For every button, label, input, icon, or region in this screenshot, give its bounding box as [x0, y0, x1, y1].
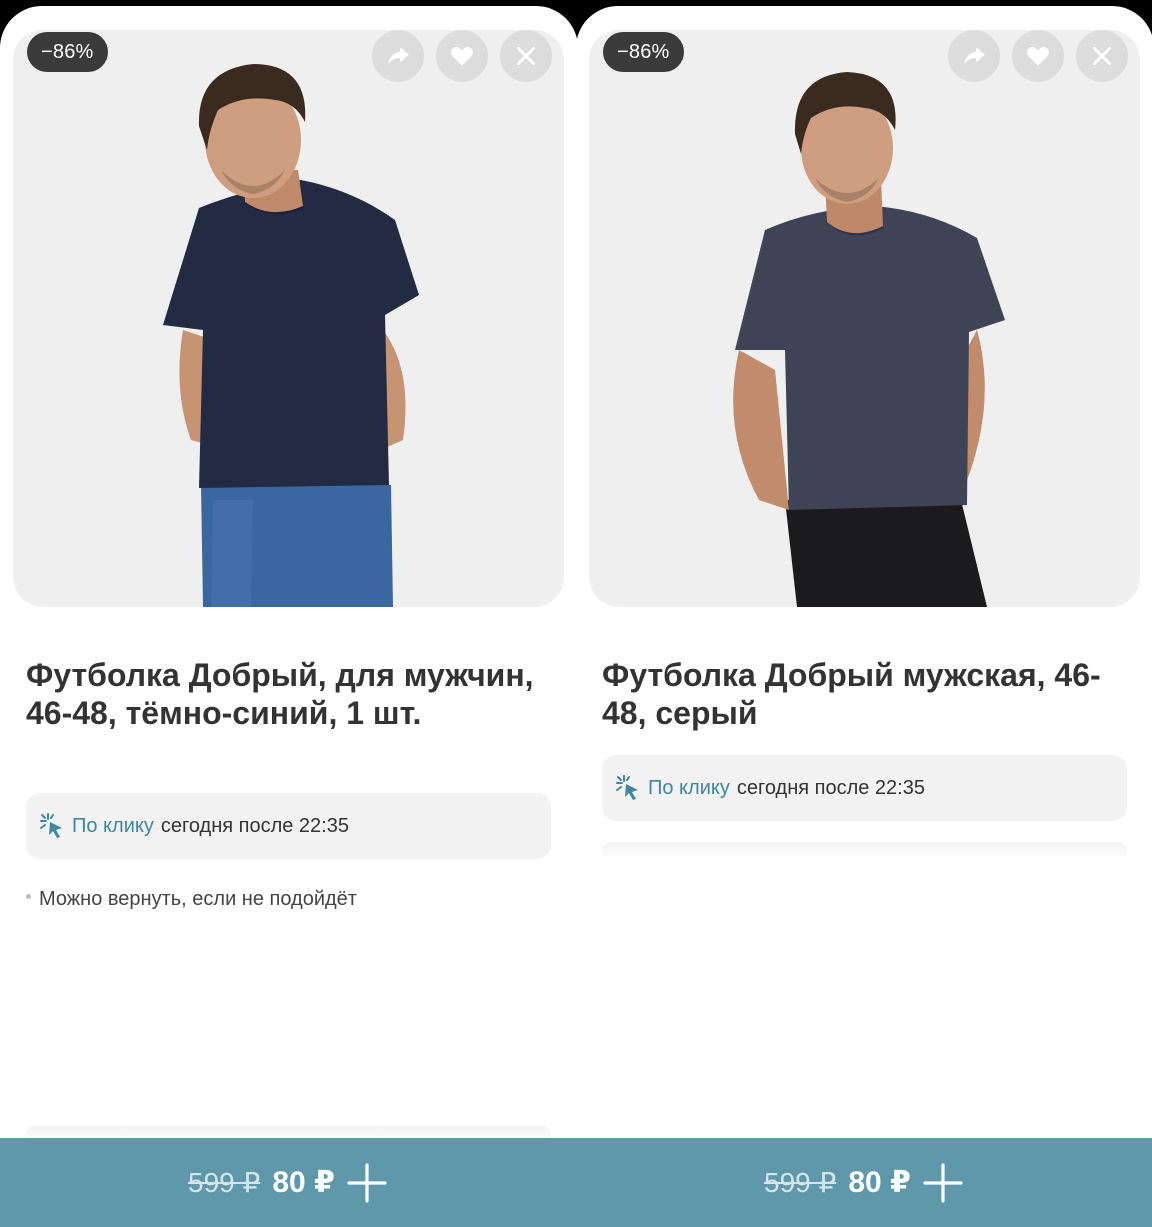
- discount-badge: −86%: [27, 32, 108, 72]
- product-card-left[interactable]: −86% Футболка Добрый, для мужчин, 46-48,…: [0, 6, 578, 1227]
- plus-icon[interactable]: [347, 1162, 387, 1203]
- add-to-cart-button-left[interactable]: 599 ₽ 80 ₽: [188, 1138, 387, 1227]
- add-to-cart-button-right[interactable]: 599 ₽ 80 ₽: [764, 1138, 963, 1227]
- faded-content: [602, 842, 1127, 860]
- product-image: [163, 64, 419, 607]
- product-card-right[interactable]: −86% Футболка Добрый мужская, 46-48, сер…: [576, 6, 1152, 1227]
- close-button[interactable]: [1076, 30, 1128, 82]
- delivery-time: сегодня после 22:35: [736, 776, 925, 799]
- share-icon: [964, 47, 985, 65]
- delivery-time: сегодня после 22:35: [160, 814, 349, 837]
- share-button[interactable]: [372, 30, 424, 82]
- delivery-link[interactable]: По клику: [648, 777, 730, 800]
- heart-icon: [451, 46, 473, 66]
- product-photo[interactable]: [589, 30, 1140, 607]
- old-price: 599 ₽: [188, 1167, 261, 1198]
- delivery-info[interactable]: По клику сегодня после 22:35: [602, 755, 1127, 821]
- old-price: 599 ₽: [764, 1167, 837, 1198]
- share-icon: [388, 47, 409, 65]
- product-title[interactable]: Футболка Добрый мужская, 46-48, серый: [602, 656, 1122, 732]
- delivery-info[interactable]: По клику сегодня после 22:35: [26, 793, 551, 859]
- close-button[interactable]: [500, 30, 552, 82]
- returns-note: Можно вернуть, если не подойдёт: [26, 888, 357, 911]
- share-button[interactable]: [948, 30, 1000, 82]
- favorite-button[interactable]: [1012, 30, 1064, 82]
- favorite-button[interactable]: [436, 30, 488, 82]
- sparkle-icon: [40, 813, 62, 838]
- close-icon: [517, 47, 535, 65]
- bottom-cart-bar: 599 ₽ 80 ₽ 599 ₽ 80 ₽: [0, 1138, 1152, 1227]
- discount-badge: −86%: [603, 32, 684, 72]
- heart-icon: [1027, 46, 1049, 66]
- bullet-dot: [26, 894, 31, 900]
- new-price: 80 ₽: [272, 1166, 335, 1199]
- close-icon: [1093, 47, 1111, 65]
- delivery-link[interactable]: По клику: [72, 815, 154, 838]
- product-photo[interactable]: [13, 30, 564, 607]
- plus-icon[interactable]: [923, 1162, 963, 1203]
- sparkle-icon: [616, 775, 638, 800]
- product-title[interactable]: Футболка Добрый, для мужчин, 46-48, тёмн…: [26, 656, 546, 732]
- product-image: [733, 72, 1005, 607]
- returns-text: Можно вернуть, если не подойдёт: [39, 888, 357, 910]
- new-price: 80 ₽: [848, 1166, 911, 1199]
